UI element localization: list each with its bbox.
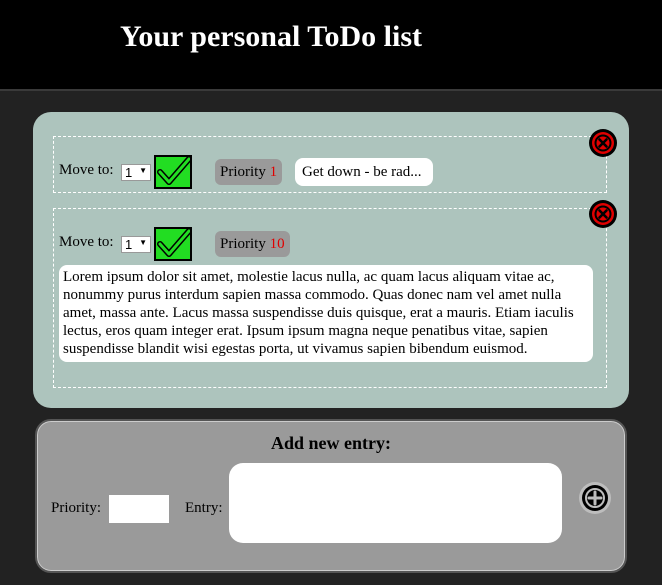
page-header: Your personal ToDo list <box>0 0 662 91</box>
todo-text[interactable]: Get down - be rad... <box>295 158 433 186</box>
move-to-value: 1 <box>125 165 133 180</box>
check-icon[interactable] <box>154 155 192 189</box>
chevron-down-icon: ▼ <box>139 238 147 247</box>
page-title: Your personal ToDo list <box>120 20 423 53</box>
delete-icon[interactable] <box>588 199 618 229</box>
priority-value: 10 <box>269 236 285 252</box>
check-icon[interactable] <box>154 227 192 261</box>
move-to-label: Move to: <box>59 234 114 250</box>
add-entry-form: Add new entry: Priority: Entry: <box>35 419 627 573</box>
chevron-down-icon: ▼ <box>139 166 147 175</box>
priority-badge: Priority 10 <box>215 231 290 257</box>
priority-label: Priority <box>220 236 266 252</box>
add-icon[interactable] <box>578 481 612 515</box>
todo-item: Move to: 1 ▼ Priority 10 Lorem ipsum dol… <box>53 208 607 388</box>
move-to-label: Move to: <box>59 162 114 178</box>
move-to-value: 1 <box>125 237 133 252</box>
entry-input-label: Entry: <box>185 500 223 516</box>
todo-item: Move to: 1 ▼ Priority 1 Get down - be ra… <box>53 136 607 193</box>
priority-value: 1 <box>269 164 278 180</box>
priority-label: Priority <box>220 164 266 180</box>
delete-icon[interactable] <box>588 128 618 158</box>
priority-input-label: Priority: <box>51 500 102 516</box>
priority-badge: Priority 1 <box>215 159 283 185</box>
priority-input[interactable] <box>109 495 169 523</box>
add-entry-title: Add new entry: <box>271 433 391 453</box>
move-to-select[interactable]: 1 ▼ <box>121 164 151 181</box>
entry-textarea[interactable] <box>229 463 562 543</box>
todo-list: Move to: 1 ▼ Priority 1 Get down - be ra… <box>33 112 629 408</box>
move-to-select[interactable]: 1 ▼ <box>121 236 151 253</box>
todo-text[interactable]: Lorem ipsum dolor sit amet, molestie lac… <box>59 265 593 362</box>
